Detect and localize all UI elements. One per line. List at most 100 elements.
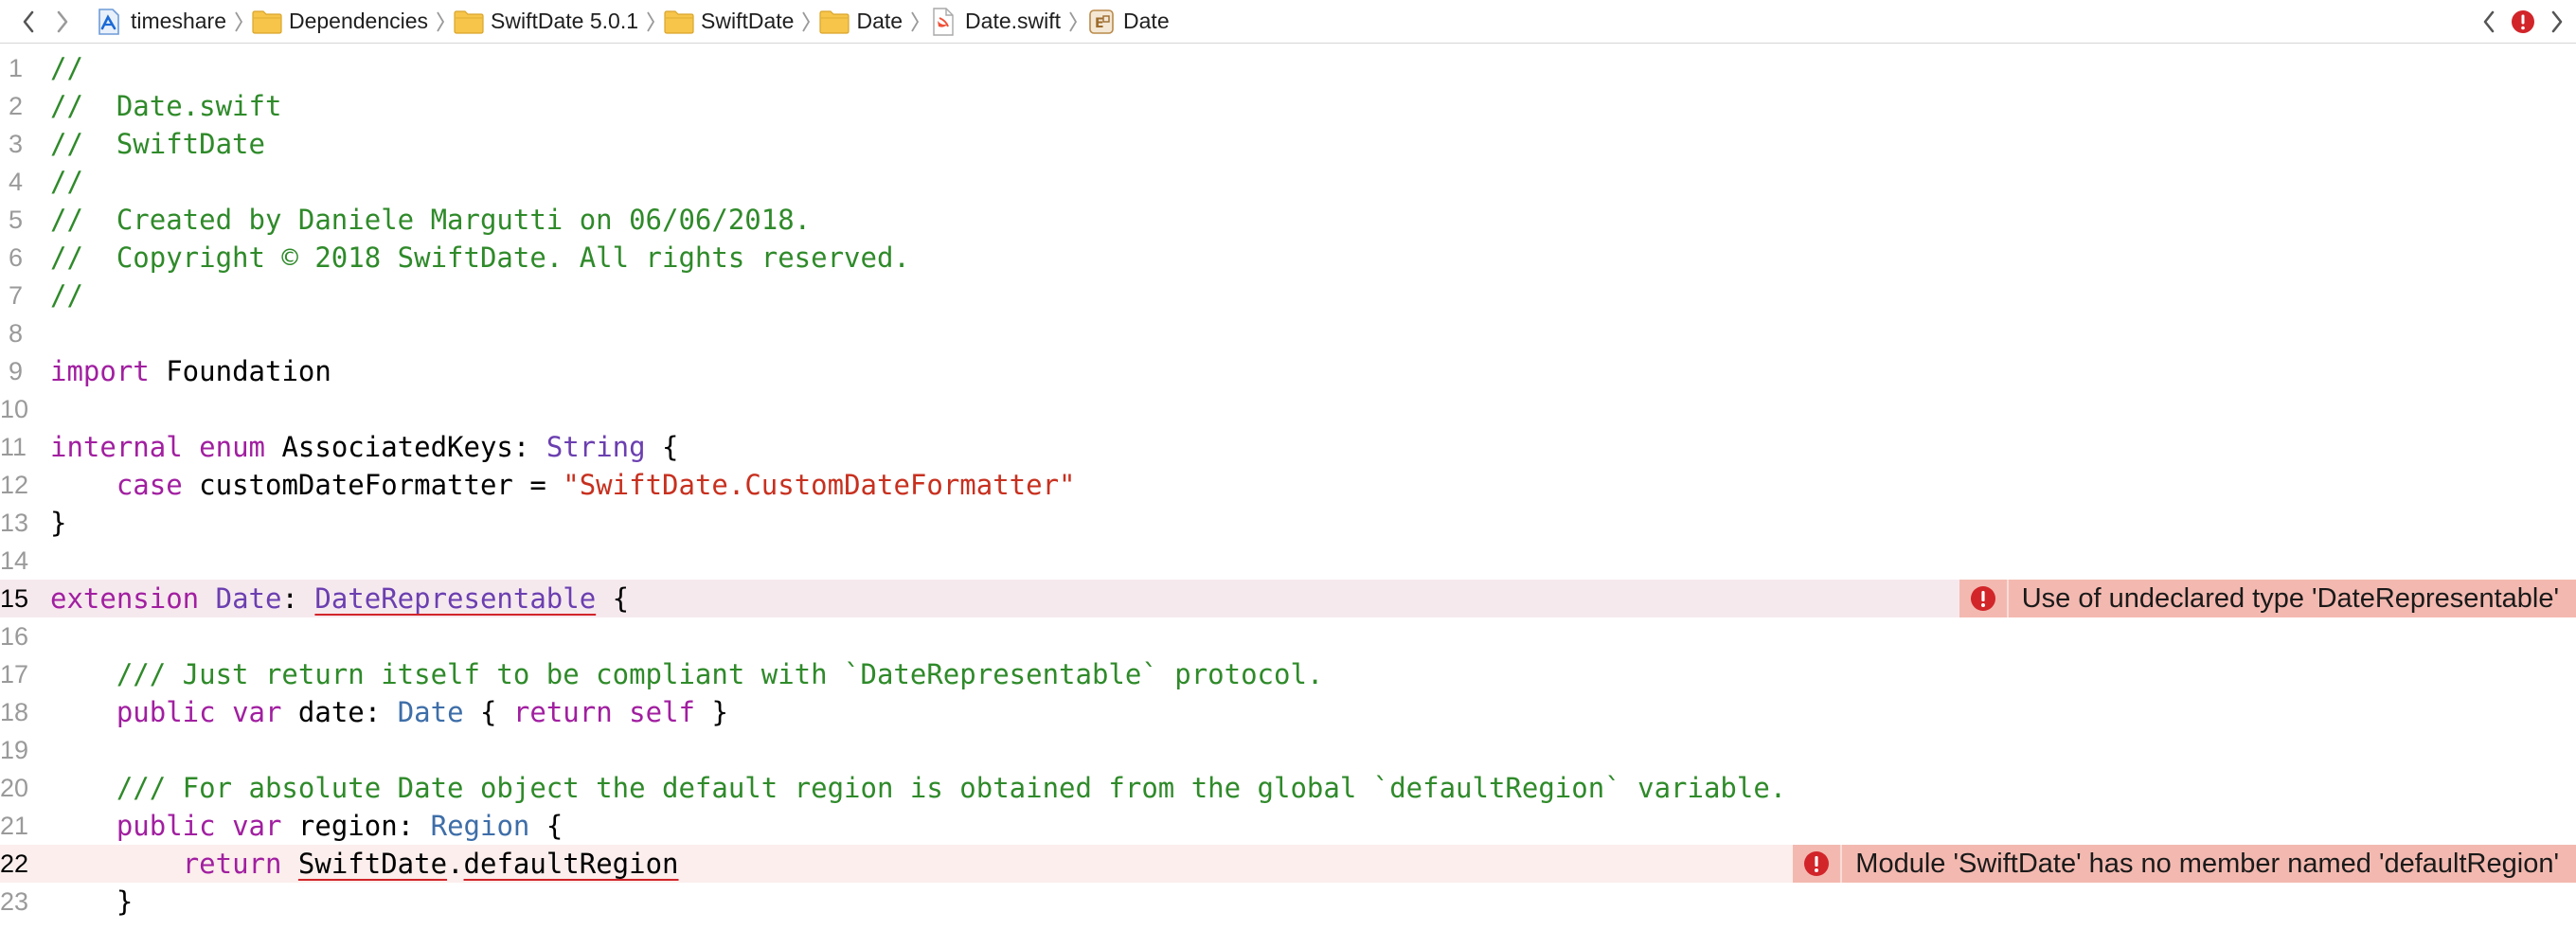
keyword: case [116, 469, 183, 501]
code-line[interactable]: 10 [0, 390, 2576, 428]
type-name: Region [430, 810, 530, 842]
punctuation: { [529, 810, 564, 842]
issue-status-button[interactable] [2506, 3, 2540, 41]
code-text: // SwiftDate [50, 125, 265, 163]
code-line[interactable]: 7 // [0, 277, 2576, 314]
code-text: } [50, 507, 67, 539]
line-number: 5 [8, 206, 23, 234]
punctuation: : [281, 582, 315, 615]
folder-icon [453, 8, 485, 36]
chevron-right-icon [2551, 10, 2563, 33]
identifier: date: [281, 696, 398, 728]
comment: // SwiftDate [50, 128, 265, 160]
identifier: region: [281, 810, 431, 842]
doc-comment: /// Just return itself to be compliant w… [50, 658, 1324, 690]
undeclared-type[interactable]: DateRepresentable [314, 582, 596, 615]
code-line[interactable]: 9 import Foundation [0, 352, 2576, 390]
error-annotation[interactable]: Module 'SwiftDate' has no member named '… [1793, 845, 2576, 883]
code-line[interactable]: 23 } [0, 883, 2576, 921]
folder-icon [251, 8, 283, 36]
comment: // Date.swift [50, 90, 282, 122]
code-line[interactable]: 6 // Copyright © 2018 SwiftDate. All rig… [0, 239, 2576, 277]
source-editor[interactable]: 1 // 2 // Date.swift 3 // SwiftDate 4 //… [0, 49, 2576, 930]
code-line[interactable]: 21 public var region: Region { [0, 807, 2576, 845]
code-line[interactable]: 13 } [0, 504, 2576, 542]
error-annotation[interactable]: Use of undeclared type 'DateRepresentabl… [1959, 580, 2576, 617]
code-line[interactable]: 11 internal enum AssociatedKeys: String … [0, 428, 2576, 466]
code-line-with-error[interactable]: 15 extension Date: DateRepresentable { U… [0, 580, 2576, 617]
code-line[interactable]: 12 case customDateFormatter = "SwiftDate… [0, 466, 2576, 504]
issue-navigator [2472, 0, 2576, 44]
code-line[interactable]: 19 [0, 731, 2576, 769]
folder-icon [663, 8, 695, 36]
comment: // [50, 52, 83, 84]
breadcrumb-item-date-folder[interactable]: Date [818, 0, 927, 44]
line-number: 10 [0, 395, 29, 423]
breadcrumb-item-project[interactable]: timeshare [93, 0, 251, 44]
code-line[interactable]: 14 [0, 542, 2576, 580]
code-line[interactable]: 2 // Date.swift [0, 87, 2576, 125]
code-line[interactable]: 1 // [0, 49, 2576, 87]
doc-comment: /// For absolute Date object the default… [50, 772, 1787, 804]
line-number: 9 [8, 357, 23, 385]
error-icon [2512, 10, 2534, 33]
breadcrumb-separator-icon [794, 0, 818, 44]
keyword: var [232, 810, 282, 842]
keyword: extension [50, 582, 200, 615]
identifier: customDateFormatter = [182, 469, 564, 501]
code-text: /// Just return itself to be compliant w… [50, 655, 1324, 693]
chevron-right-icon [57, 10, 68, 32]
breadcrumb-item-date-extension[interactable]: E Date [1085, 0, 1170, 44]
code-line[interactable]: 18 public var date: Date { return self } [0, 693, 2576, 731]
code-text: import Foundation [50, 352, 331, 390]
back-button[interactable] [11, 3, 45, 41]
error-badge [1793, 845, 1843, 883]
breadcrumb-item-dependencies[interactable]: Dependencies [251, 0, 453, 44]
code-line[interactable]: 8 [0, 314, 2576, 352]
breadcrumb-label: Date [856, 9, 903, 33]
breadcrumb-item-date-swift[interactable]: Date.swift [927, 0, 1085, 44]
keyword: public [116, 696, 216, 728]
extension-icon: E [1085, 8, 1118, 36]
chevron-left-icon [23, 10, 34, 32]
type-name: String [546, 431, 646, 463]
code-text: // Created by Daniele Margutti on 06/06/… [50, 201, 811, 239]
keyword: import [50, 355, 150, 387]
code-line[interactable]: 3 // SwiftDate [0, 125, 2576, 163]
line-number: 2 [8, 92, 23, 120]
line-number: 3 [8, 130, 23, 158]
code-text: // Date.swift [50, 87, 281, 125]
breadcrumb-label: SwiftDate [701, 9, 795, 33]
code-line[interactable]: 4 // [0, 163, 2576, 201]
line-number: 19 [0, 736, 29, 764]
code-line[interactable]: 20 /// For absolute Date object the defa… [0, 769, 2576, 807]
line-number: 8 [8, 319, 23, 348]
xcode-project-icon [93, 8, 125, 36]
breadcrumb-label: Date.swift [965, 9, 1062, 33]
line-number: 20 [0, 774, 29, 802]
line-number: 12 [0, 471, 29, 499]
breadcrumb-label: timeshare [131, 9, 226, 33]
comment: // [50, 279, 83, 312]
forward-button[interactable] [45, 3, 80, 41]
unknown-member[interactable]: defaultRegion [464, 848, 679, 880]
type-name: Date [397, 696, 464, 728]
next-issue-button[interactable] [2540, 3, 2574, 41]
code-line[interactable]: 16 [0, 617, 2576, 655]
code-line[interactable]: 17 /// Just return itself to be complian… [0, 655, 2576, 693]
comment: // Created by Daniele Margutti on 06/06/… [50, 204, 812, 236]
module-reference[interactable]: SwiftDate [298, 848, 447, 880]
line-number: 23 [0, 887, 29, 916]
code-text: // [50, 163, 83, 201]
previous-issue-button[interactable] [2472, 3, 2506, 41]
code-line[interactable]: 5 // Created by Daniele Margutti on 06/0… [0, 201, 2576, 239]
code-line-with-error[interactable]: 22 return SwiftDate.defaultRegion Module… [0, 845, 2576, 883]
breadcrumb-separator-icon [226, 0, 251, 44]
breadcrumb-item-swiftdate-501[interactable]: SwiftDate 5.0.1 [453, 0, 663, 44]
code-text: internal enum AssociatedKeys: String { [50, 428, 679, 466]
breadcrumb-item-swiftdate[interactable]: SwiftDate [663, 0, 818, 44]
